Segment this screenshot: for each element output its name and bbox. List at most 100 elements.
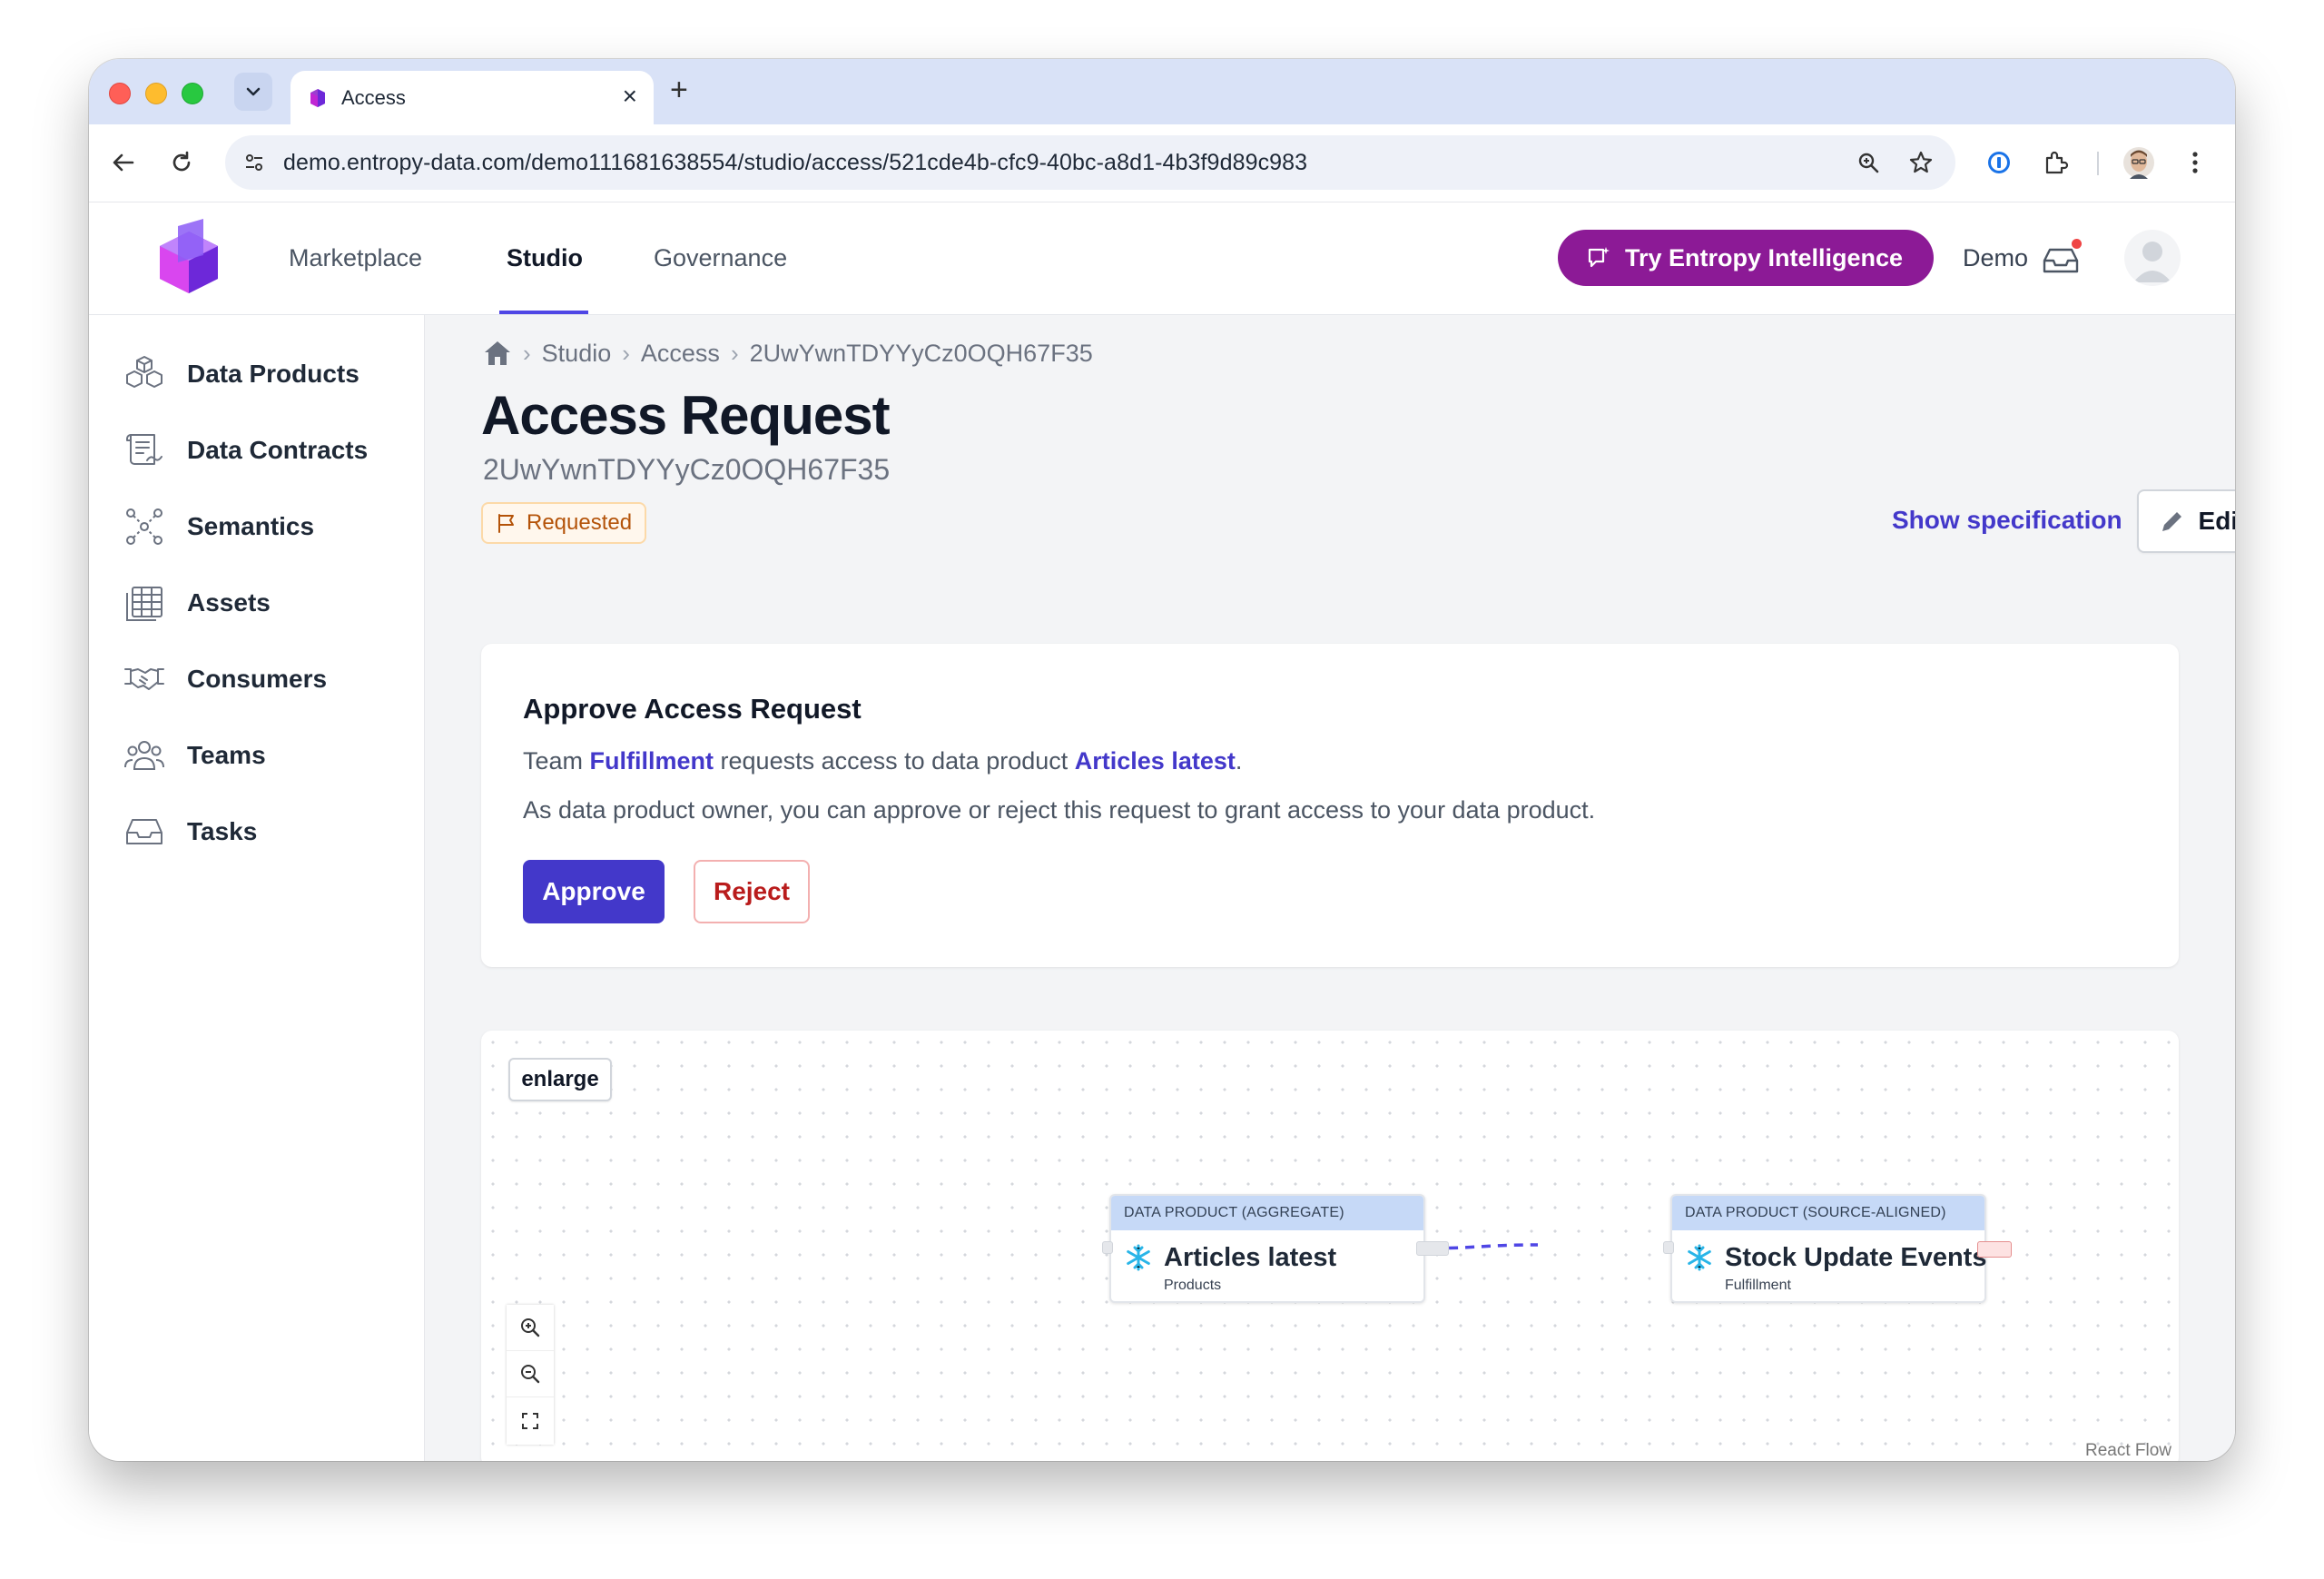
- chevron-down-icon: [246, 87, 261, 96]
- show-specification-link[interactable]: Show specification: [1892, 506, 2122, 535]
- extensions-icon[interactable]: [2037, 144, 2073, 181]
- zoom-out-button[interactable]: [507, 1351, 554, 1397]
- browser-menu-icon[interactable]: [2177, 144, 2213, 181]
- card-title: Approve Access Request: [523, 693, 862, 725]
- try-ai-button[interactable]: Try Entropy Intelligence: [1558, 230, 1934, 286]
- react-flow-attribution[interactable]: React Flow: [2085, 1441, 2171, 1461]
- tab-search-button[interactable]: [234, 73, 272, 111]
- chevron-right-icon: ›: [622, 339, 630, 367]
- address-bar[interactable]: demo.entropy-data.com/demo111681638554/s…: [225, 135, 1955, 190]
- home-icon[interactable]: [483, 339, 512, 368]
- toolbar-divider: [2097, 152, 2099, 175]
- node-type-label: DATA PRODUCT (AGGREGATE): [1111, 1196, 1423, 1230]
- close-window-button[interactable]: [109, 83, 131, 104]
- reject-button[interactable]: Reject: [694, 860, 810, 923]
- sidebar-item-consumers[interactable]: Consumers: [123, 656, 327, 702]
- browser-toolbar: demo.entropy-data.com/demo111681638554/s…: [89, 124, 2235, 202]
- flag-icon: [498, 514, 514, 533]
- nav-marketplace[interactable]: Marketplace: [289, 244, 422, 272]
- user-avatar[interactable]: [2124, 230, 2181, 286]
- node-title: Stock Update Events: [1725, 1243, 1987, 1272]
- bookmark-star-icon[interactable]: [1906, 148, 1935, 177]
- status-label: Requested: [527, 510, 633, 535]
- browser-window: Access × + demo.entropy-data.com/demo111…: [89, 59, 2235, 1461]
- node-type-label: DATA PRODUCT (SOURCE-ALIGNED): [1672, 1196, 1984, 1230]
- status-badge: Requested: [481, 502, 647, 544]
- text-prefix: Team: [523, 747, 590, 775]
- profile-avatar[interactable]: [2121, 144, 2157, 181]
- sidebar-item-label: Semantics: [187, 512, 315, 540]
- flow-node-articles-latest[interactable]: DATA PRODUCT (AGGREGATE) Articles latest…: [1109, 1194, 1425, 1303]
- people-icon: [123, 735, 165, 776]
- sidebar-item-tasks[interactable]: Tasks: [123, 809, 257, 854]
- sidebar-item-assets[interactable]: Assets: [123, 580, 271, 626]
- pencil-icon: [2162, 512, 2181, 531]
- tab-strip: Access × +: [89, 59, 2235, 124]
- lineage-flow-canvas[interactable]: enlarge DATA PRODUCT (AGGREGATE) Article…: [481, 1031, 2179, 1461]
- cubes-icon: [123, 353, 165, 395]
- tab-close-icon[interactable]: ×: [623, 82, 637, 111]
- text-suffix: .: [1235, 747, 1243, 775]
- password-manager-icon[interactable]: [1981, 144, 2017, 181]
- snowflake-icon: [1127, 1244, 1150, 1271]
- edit-label: Edit: [2198, 507, 2235, 535]
- reject-label: Reject: [713, 877, 791, 905]
- data-product-link[interactable]: Articles latest: [1075, 747, 1236, 775]
- table-icon: [123, 582, 165, 624]
- edit-button[interactable]: Edit: [2137, 489, 2235, 553]
- breadcrumb-current[interactable]: 2UwYwnTDYYyCz0OQH67F35: [750, 340, 1093, 368]
- approve-button[interactable]: Approve: [523, 860, 665, 923]
- sidebar-item-semantics[interactable]: Semantics: [123, 504, 314, 549]
- sidebar-item-data-contracts[interactable]: Data Contracts: [123, 428, 368, 473]
- breadcrumb-studio[interactable]: Studio: [542, 340, 612, 368]
- approve-label: Approve: [542, 877, 645, 905]
- minimize-window-button[interactable]: [145, 83, 167, 104]
- breadcrumb-access[interactable]: Access: [641, 340, 720, 368]
- org-label[interactable]: Demo: [1963, 244, 2028, 272]
- fit-view-button[interactable]: [507, 1397, 554, 1444]
- notification-dot: [2072, 239, 2082, 249]
- zoom-icon[interactable]: [1854, 148, 1883, 177]
- chat-sparkle-icon: [1588, 247, 1610, 268]
- zoom-in-button[interactable]: [507, 1305, 554, 1351]
- node-owner: Fulfillment: [1725, 1278, 1791, 1293]
- arrow-left-icon: [113, 153, 134, 172]
- app-header: Marketplace Studio Governance Try Entrop…: [89, 202, 2235, 315]
- node-output-handle[interactable]: [1416, 1241, 1449, 1256]
- browser-tab-active[interactable]: Access ×: [290, 71, 654, 124]
- sidebar-item-label: Assets: [187, 588, 271, 617]
- fit-view-icon: [522, 1412, 538, 1429]
- zoom-out-icon: [521, 1365, 540, 1384]
- maximize-window-button[interactable]: [182, 83, 203, 104]
- site-settings-icon[interactable]: [240, 148, 269, 177]
- node-title: Articles latest: [1164, 1243, 1337, 1272]
- sidebar-item-teams[interactable]: Teams: [123, 733, 266, 778]
- team-link[interactable]: Fulfillment: [590, 747, 714, 775]
- page-title: Access Request: [481, 385, 891, 446]
- reload-button[interactable]: [163, 144, 200, 181]
- tab-title: Access: [341, 86, 406, 109]
- node-input-handle[interactable]: [1102, 1241, 1113, 1254]
- reload-icon: [172, 151, 191, 172]
- nav-governance[interactable]: Governance: [654, 244, 787, 272]
- graph-icon: [123, 506, 165, 548]
- sidebar-item-data-products[interactable]: Data Products: [123, 351, 359, 397]
- node-owner: Products: [1164, 1278, 1222, 1293]
- snowflake-icon: [1688, 1244, 1711, 1271]
- new-tab-button[interactable]: +: [670, 72, 688, 108]
- flow-node-stock-update-events[interactable]: DATA PRODUCT (SOURCE-ALIGNED) Stock Upda…: [1670, 1194, 1986, 1303]
- sidebar-item-label: Teams: [187, 741, 266, 769]
- owner-instructions: As data product owner, you can approve o…: [523, 796, 1596, 824]
- user-icon: [2133, 242, 2171, 282]
- entropy-logo-icon[interactable]: [151, 219, 227, 299]
- node-output-handle[interactable]: [1977, 1241, 2012, 1258]
- sidebar-item-label: Tasks: [187, 817, 258, 845]
- chevron-right-icon: ›: [730, 339, 739, 367]
- text-mid: requests access to data product: [714, 747, 1075, 775]
- nav-studio[interactable]: Studio: [507, 244, 583, 272]
- back-button[interactable]: [105, 144, 142, 181]
- entropy-logo-icon: [310, 89, 325, 107]
- contract-icon: [123, 429, 165, 471]
- node-input-handle[interactable]: [1663, 1241, 1674, 1254]
- try-ai-label: Try Entropy Intelligence: [1625, 243, 1904, 271]
